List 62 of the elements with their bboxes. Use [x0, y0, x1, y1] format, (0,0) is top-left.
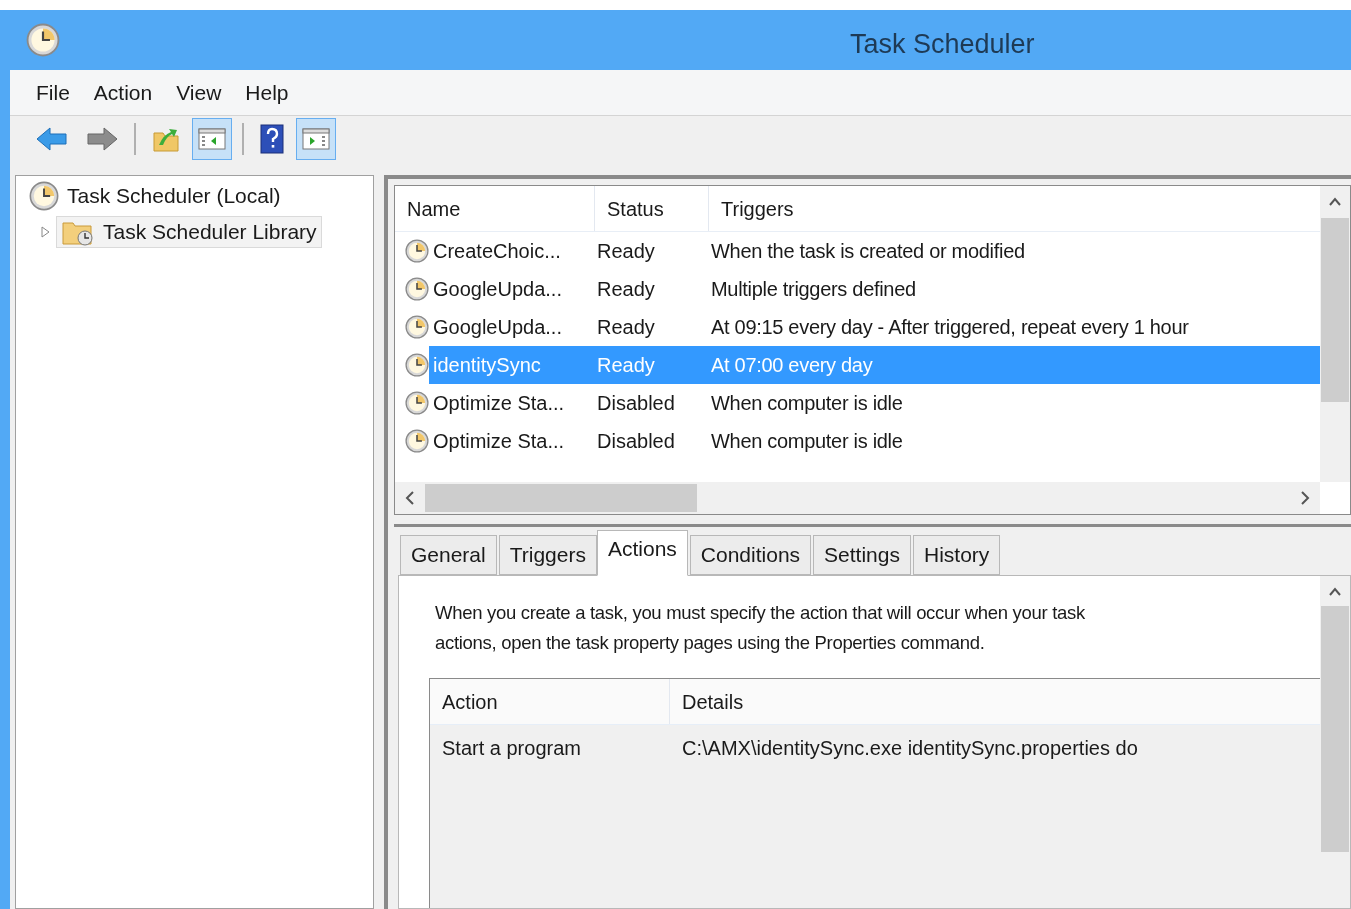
task-clock-icon — [405, 429, 429, 453]
column-header[interactable]: Details — [670, 679, 1320, 724]
menu-item[interactable]: View — [168, 72, 230, 113]
task-name: GoogleUpda... — [432, 315, 563, 340]
task-status: Ready — [597, 277, 656, 302]
task-status: Ready — [597, 239, 656, 264]
task-status: Disabled — [597, 391, 676, 416]
help-icon — [259, 124, 285, 154]
task-clock-icon — [405, 353, 429, 377]
menu-item[interactable]: File — [28, 72, 78, 113]
tab[interactable]: Actions — [596, 530, 688, 576]
task-triggers: Multiple triggers defined — [711, 277, 916, 302]
scrollbar[interactable] — [1320, 576, 1350, 908]
console-tree-icon — [197, 126, 227, 152]
column-header[interactable]: Status — [595, 186, 709, 231]
task-status: Disabled — [597, 429, 676, 454]
task-status: Ready — [597, 353, 656, 378]
task-triggers: When computer is idle — [711, 429, 903, 454]
task-row[interactable]: CreateChoic... Ready When the task is created or modified — [429, 232, 1320, 270]
task-clock-icon — [405, 391, 429, 415]
task-name: Optimize Sta... — [432, 391, 566, 416]
task-triggers: At 07:00 every day — [711, 353, 873, 378]
task-row[interactable]: GoogleUpda... Ready At 09:15 every day - After triggered, repeat every 1 hour — [429, 308, 1320, 346]
tree-item[interactable]: Task Scheduler (Local) — [24, 180, 286, 212]
task-row[interactable]: GoogleUpda... Ready Multiple triggers defined — [429, 270, 1320, 308]
task-row[interactable]: Optimize Sta... Disabled When computer is idle — [429, 422, 1320, 460]
back-arrow-icon — [35, 125, 69, 153]
column-header[interactable]: Name — [395, 186, 595, 231]
expand-arrow-icon[interactable] — [40, 225, 52, 239]
task-clock-icon — [405, 277, 429, 301]
task-clock-icon — [405, 315, 429, 339]
column-header[interactable]: Action — [430, 679, 670, 724]
horizontal-scrollbar[interactable] — [395, 482, 1320, 514]
table-cell-text: Start a program — [441, 736, 582, 761]
tab[interactable]: Triggers — [498, 535, 597, 575]
table-cell-text: C:\AMX\identitySync.exe identitySync.properties do — [681, 736, 1139, 761]
tab[interactable]: Settings — [813, 535, 911, 575]
menu-item[interactable]: Help — [237, 72, 297, 113]
forward-arrow-icon — [85, 125, 119, 153]
task-name: CreateChoic... — [432, 239, 562, 264]
description-text: When you create a task, you must specify the action that will occur when your task — [435, 601, 1086, 625]
task-triggers: At 09:15 every day - After triggered, repeat every 1 hour — [711, 315, 1189, 340]
tree-item[interactable]: Task Scheduler Library — [56, 216, 322, 248]
task-triggers: When the task is created or modified — [711, 239, 1025, 264]
menu-item[interactable]: Action — [85, 72, 161, 113]
tab[interactable]: History — [912, 535, 1001, 575]
tab[interactable]: Conditions — [689, 535, 812, 575]
task-triggers: When computer is idle — [711, 391, 903, 416]
task-name: GoogleUpda... — [432, 277, 563, 302]
task-name: identitySync — [432, 353, 542, 378]
task-status: Ready — [597, 315, 656, 340]
app-clock-icon — [26, 23, 60, 57]
clock-icon — [29, 181, 59, 211]
scrollbar[interactable] — [1320, 186, 1350, 482]
task-row[interactable]: Optimize Sta... Disabled When computer is idle — [429, 384, 1320, 422]
action-pane-icon — [301, 126, 331, 152]
task-name: Optimize Sta... — [432, 429, 566, 454]
column-header[interactable]: Triggers — [709, 186, 1320, 231]
window-title: Task Scheduler — [850, 28, 1035, 61]
tab[interactable]: General — [400, 535, 497, 575]
task-clock-icon — [405, 239, 429, 263]
description-text: actions, open the task property pages using the Properties command. — [435, 631, 986, 655]
